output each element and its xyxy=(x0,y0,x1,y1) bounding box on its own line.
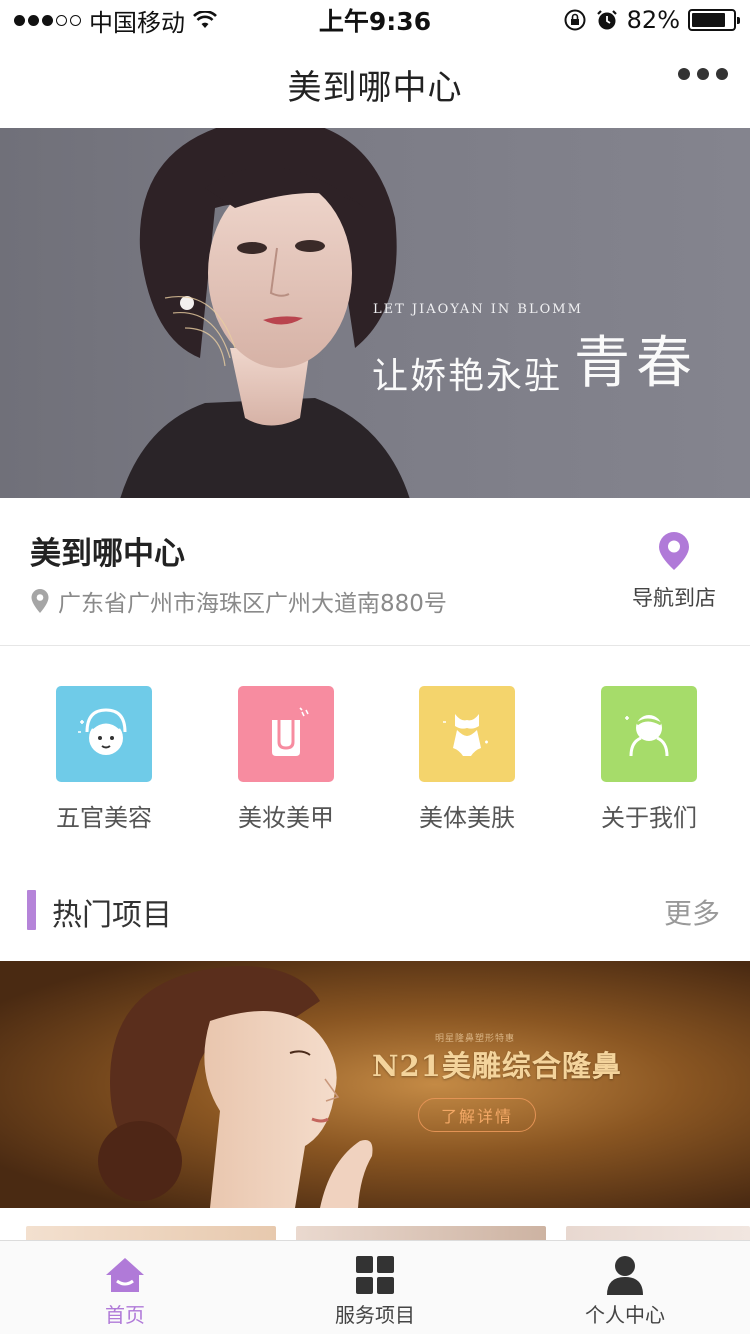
hero-banner[interactable]: LET JIAOYAN IN BLOMM 让娇艳永驻 青春 xyxy=(0,128,750,498)
promo-banner[interactable]: 明星隆鼻塑形特惠 N21美雕综合隆鼻 了解详情 xyxy=(0,961,750,1208)
more-link[interactable]: 更多 xyxy=(664,892,720,932)
tab-label: 服务项目 xyxy=(335,1303,415,1327)
battery-percent: 82% xyxy=(626,6,680,34)
page-title: 美到哪中心 xyxy=(287,67,463,108)
location-icon xyxy=(31,589,49,613)
rotation-lock-icon xyxy=(564,9,586,31)
project-thumbnail[interactable] xyxy=(26,1226,276,1240)
status-bar: 中国移动 上午9:36 82% xyxy=(0,0,750,40)
store-address-row: 广东省广州市海珠区广州大道南880号 xyxy=(30,584,447,618)
navigate-label: 导航到店 xyxy=(632,586,716,610)
store-name: 美到哪中心 xyxy=(30,536,185,572)
nav-bar: 美到哪中心 xyxy=(0,40,750,128)
promo-portrait-image xyxy=(98,966,373,1208)
status-left: 中国移动 xyxy=(14,3,217,38)
category-face-care[interactable]: 五官美容 xyxy=(34,686,174,833)
hero-headline-small: 让娇艳永驻 xyxy=(372,356,563,397)
hero-headline-big: 青春 xyxy=(574,331,699,396)
category-label: 五官美容 xyxy=(56,804,152,832)
promo-details-button[interactable]: 了解详情 xyxy=(418,1098,536,1132)
more-dots-icon[interactable] xyxy=(678,68,728,80)
store-info: 美到哪中心 广东省广州市海珠区广州大道南880号 导航到店 xyxy=(0,498,750,646)
category-grid: 五官美容 美妆美甲 美体美肤 关于我们 xyxy=(0,686,750,836)
wifi-icon xyxy=(193,11,217,28)
section-title: 热门项目 xyxy=(52,898,172,933)
hot-projects-header: 热门项目 更多 xyxy=(0,888,750,936)
signal-strength-icon xyxy=(14,14,81,26)
grid-icon xyxy=(356,1256,394,1294)
tab-profile[interactable]: 个人中心 xyxy=(500,1241,750,1334)
alarm-icon xyxy=(596,10,617,30)
battery-fill xyxy=(692,13,725,27)
map-pin-icon xyxy=(659,532,689,570)
hero-headline: 让娇艳永驻 青春 xyxy=(372,318,698,399)
about-icon xyxy=(601,686,697,782)
tab-label: 首页 xyxy=(105,1303,145,1327)
project-thumbnail[interactable] xyxy=(566,1226,750,1240)
promo-title: N21美雕综合隆鼻 xyxy=(372,1049,622,1083)
tab-home[interactable]: 首页 xyxy=(0,1241,250,1334)
tab-label: 个人中心 xyxy=(585,1303,665,1327)
status-right: 82% xyxy=(563,6,740,34)
battery-icon xyxy=(688,9,740,31)
face-care-icon xyxy=(56,686,152,782)
section-accent-bar xyxy=(27,890,36,930)
project-thumbnail[interactable] xyxy=(296,1226,546,1240)
user-icon xyxy=(607,1256,643,1295)
category-label: 美体美肤 xyxy=(419,804,515,832)
carrier-name: 中国移动 xyxy=(89,8,185,37)
category-body[interactable]: 美体美肤 xyxy=(397,686,537,833)
project-thumbnails xyxy=(0,1226,750,1240)
body-icon xyxy=(419,686,515,782)
tab-services[interactable]: 服务项目 xyxy=(250,1241,500,1334)
store-address: 广东省广州市海珠区广州大道南880号 xyxy=(58,591,447,617)
hero-subtitle: LET JIAOYAN IN BLOMM xyxy=(373,302,583,317)
category-label: 关于我们 xyxy=(601,804,697,832)
tab-bar: 首页 服务项目 个人中心 xyxy=(0,1240,750,1334)
navigate-to-store-button[interactable]: 导航到店 xyxy=(628,530,720,612)
category-nail[interactable]: 美妆美甲 xyxy=(216,686,356,833)
home-icon xyxy=(106,1258,144,1292)
category-label: 美妆美甲 xyxy=(238,804,334,832)
nail-icon xyxy=(238,686,334,782)
category-about[interactable]: 关于我们 xyxy=(579,686,719,833)
